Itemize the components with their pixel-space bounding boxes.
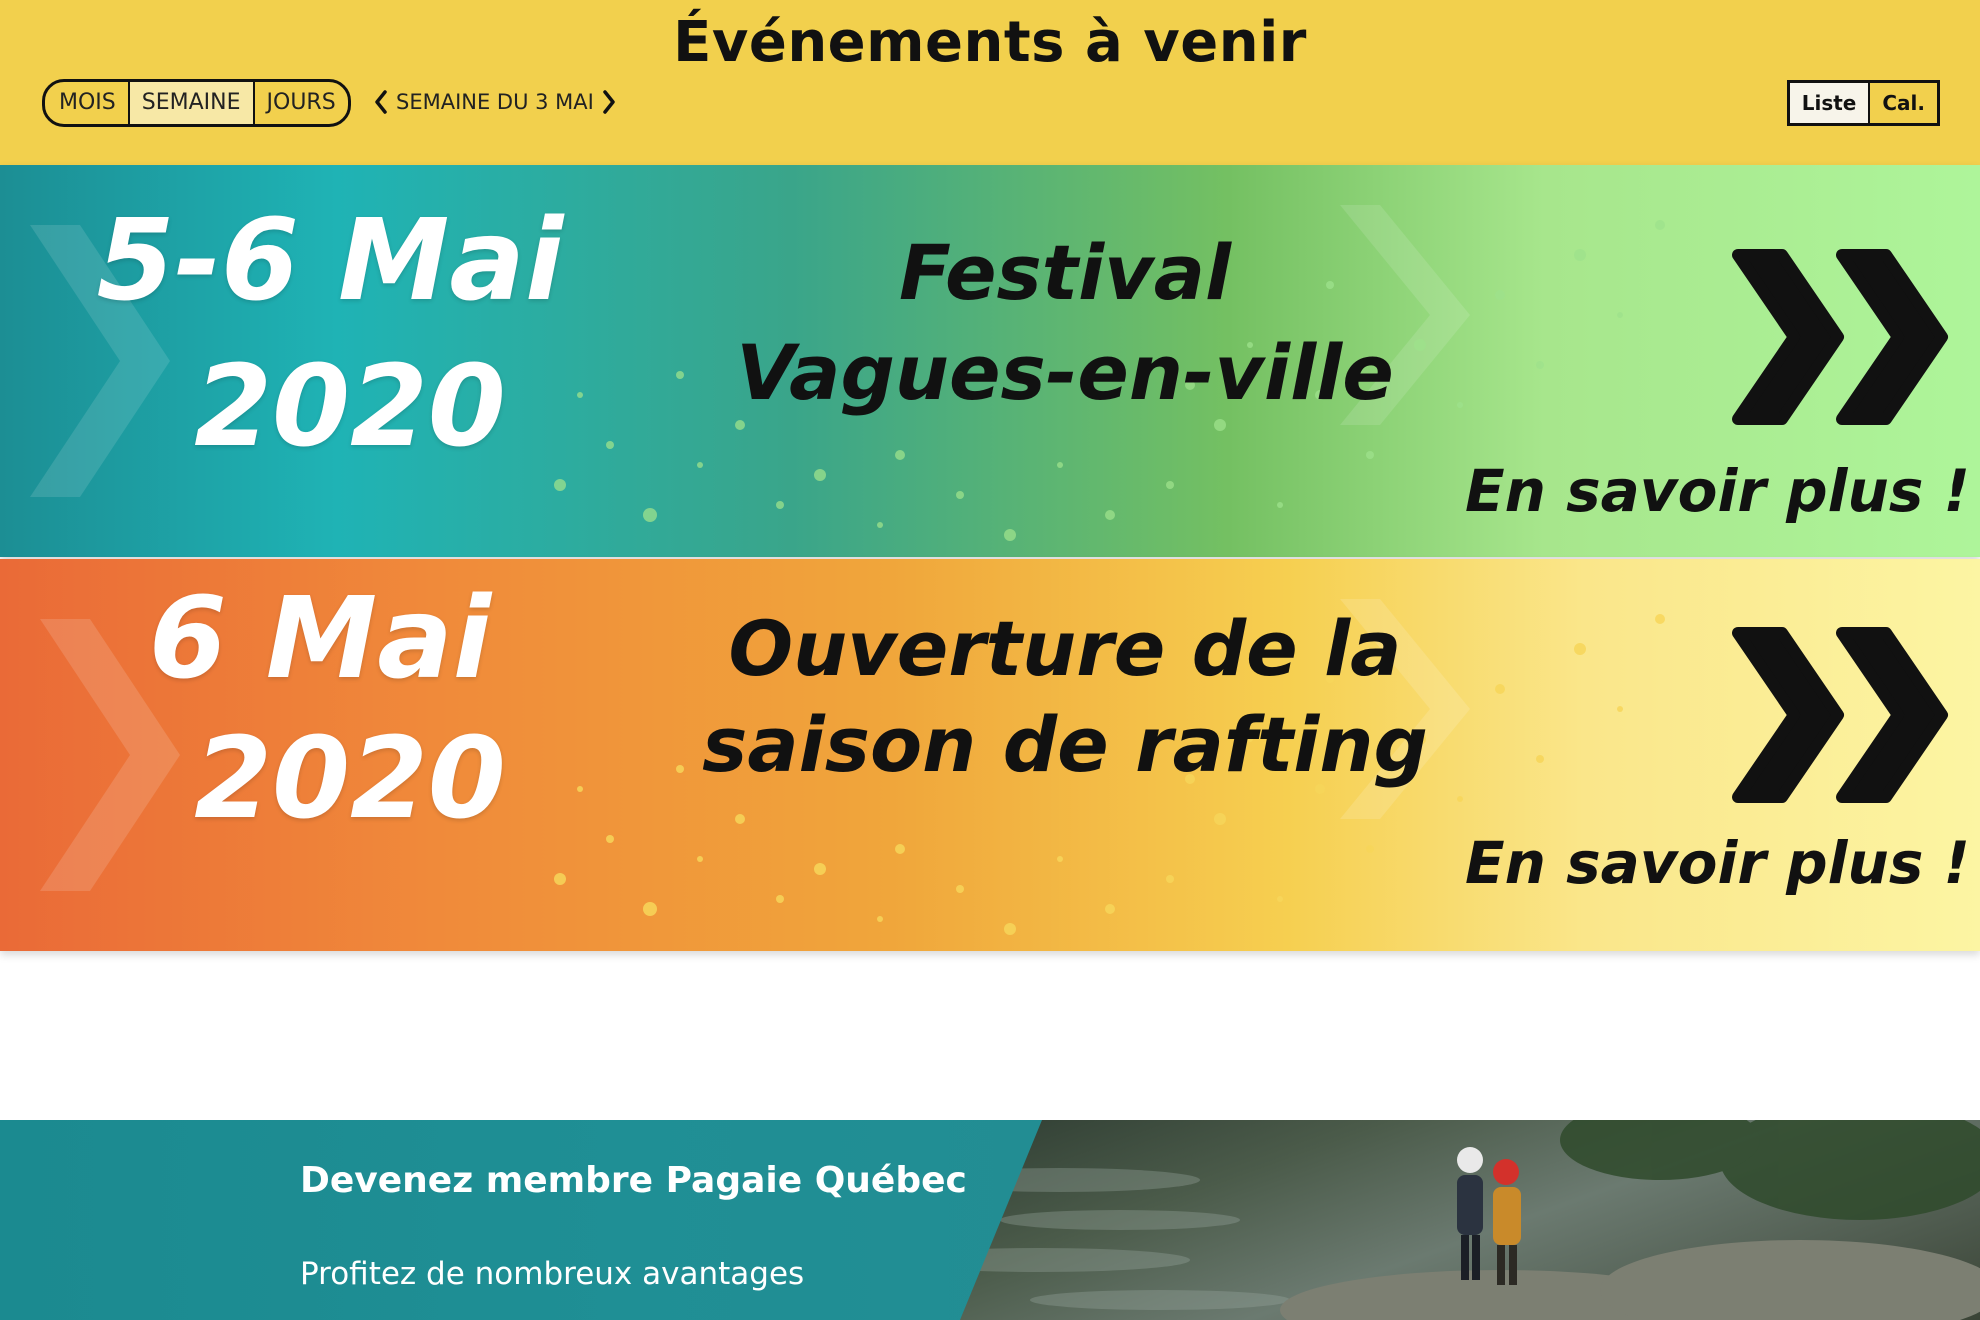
- tab-month[interactable]: MOIS: [45, 82, 128, 124]
- learn-more-link[interactable]: En savoir plus !: [1465, 457, 1970, 525]
- page-title: Événements à venir: [673, 10, 1307, 75]
- event-title-line1: Festival: [898, 228, 1232, 317]
- promo-title: Devenez membre Pagaie Québec: [300, 1160, 967, 1201]
- chevron-right-icon[interactable]: [598, 84, 620, 120]
- event-banner-2[interactable]: 6 Mai 2020 Ouverture de la saison de raf…: [0, 559, 1980, 951]
- event-title-line2: saison de rafting: [702, 700, 1428, 789]
- display-mode-toggle: Liste Cal.: [1786, 80, 1940, 126]
- chevron-left-icon[interactable]: [370, 84, 392, 120]
- river-scene: [890, 1120, 1980, 1320]
- week-label: SEMAINE DU 3 MAI: [396, 90, 594, 114]
- double-chevron-right-icon[interactable]: [1720, 237, 1950, 437]
- membership-promo: Devenez membre Pagaie Québec Profitez de…: [0, 1120, 1980, 1320]
- learn-more-link[interactable]: En savoir plus !: [1465, 829, 1970, 897]
- view-toggle: MOIS SEMAINE JOURS: [42, 79, 351, 127]
- event-date: 5-6 Mai: [96, 196, 564, 326]
- tab-week[interactable]: SEMAINE: [127, 82, 253, 124]
- event-title-line1: Ouverture de la: [728, 604, 1402, 693]
- event-banner-1[interactable]: 5-6 Mai 2020 Festival Vagues-en-ville En…: [0, 165, 1980, 557]
- events-header: Événements à venir MOIS SEMAINE JOURS SE…: [0, 0, 1980, 165]
- tab-days[interactable]: JOURS: [252, 82, 348, 124]
- week-navigation: SEMAINE DU 3 MAI: [370, 84, 620, 120]
- double-chevron-right-icon[interactable]: [1720, 615, 1950, 815]
- event-date: 6 Mai: [148, 574, 492, 704]
- promo-text: Profitez de nombreux avantages: [300, 1256, 805, 1292]
- event-year: 2020: [194, 714, 506, 844]
- event-title-line2: Vagues-en-ville: [736, 328, 1394, 417]
- rafting-photo: [890, 1120, 1980, 1320]
- event-year: 2020: [194, 342, 506, 472]
- calendar-view-button[interactable]: Cal.: [1868, 83, 1937, 123]
- list-view-button[interactable]: Liste: [1790, 83, 1869, 123]
